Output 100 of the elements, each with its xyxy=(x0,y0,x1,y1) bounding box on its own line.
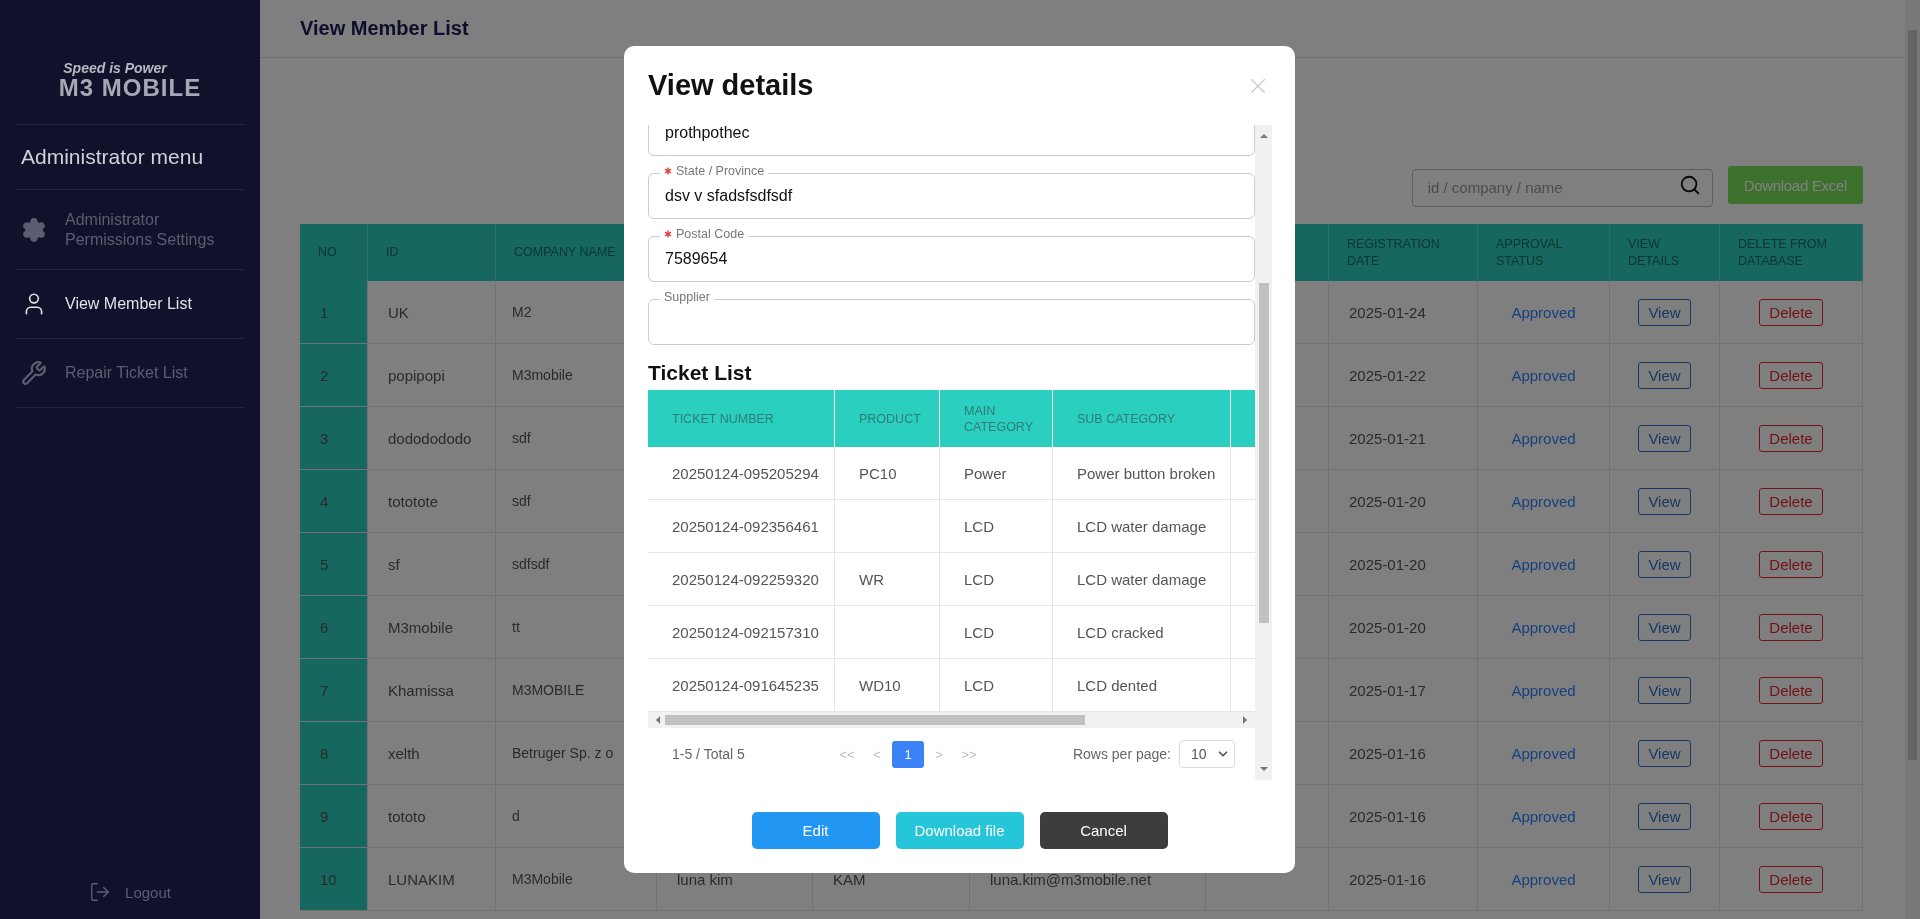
delete-button[interactable]: Delete xyxy=(1759,550,1823,578)
table-cell: dododododo xyxy=(368,407,496,470)
table-cell: sf xyxy=(368,533,496,596)
view-button[interactable]: View xyxy=(1638,298,1691,326)
table-cell: 2025-01-17 xyxy=(1329,659,1478,722)
field-label: Supplier xyxy=(660,290,714,304)
view-button[interactable]: View xyxy=(1638,487,1691,515)
view-button[interactable]: View xyxy=(1638,613,1691,641)
table-cell: 10 xyxy=(300,848,368,911)
view-button[interactable]: View xyxy=(1638,424,1691,452)
search-icon xyxy=(1678,174,1701,196)
sidebar-item[interactable]: Administrator Permissions Settings xyxy=(16,190,244,270)
delete-button[interactable]: Delete xyxy=(1759,487,1823,515)
column-header: SUB CATEGORY xyxy=(1053,390,1231,447)
table-cell: 4 xyxy=(300,470,368,533)
view-button[interactable]: View xyxy=(1638,361,1691,389)
delete-button[interactable]: Delete xyxy=(1759,298,1823,326)
table-cell: 2025-01-22 xyxy=(1329,344,1478,407)
table-cell: LCD xyxy=(940,553,1053,606)
table-cell: 2025-01-20 xyxy=(1329,596,1478,659)
approval-status: Approved xyxy=(1511,807,1576,825)
delete-button[interactable]: Delete xyxy=(1759,361,1823,389)
approval-status: Approved xyxy=(1511,555,1576,573)
table-cell: LCD cracked xyxy=(1053,606,1231,659)
sidebar-item[interactable]: View Member List xyxy=(16,270,244,339)
view-button[interactable]: View xyxy=(1638,676,1691,704)
approval-status: Approved xyxy=(1511,618,1576,636)
table-cell: 2025-01-16 xyxy=(1329,722,1478,785)
scrollbar-thumb[interactable] xyxy=(1258,282,1269,623)
wrench-icon xyxy=(21,360,47,386)
table-cell: 1 xyxy=(300,281,368,344)
table-cell: LCD water damage xyxy=(1053,553,1231,606)
cancel-button[interactable]: Cancel xyxy=(1039,812,1168,849)
table-cell: M3mobile xyxy=(368,596,496,659)
delete-button[interactable]: Delete xyxy=(1759,676,1823,704)
table-cell: WR xyxy=(835,553,940,606)
delete-button[interactable]: Delete xyxy=(1759,739,1823,767)
table-cell: 20250124-092356461 xyxy=(648,500,835,553)
logo-tagline: Speed is Power xyxy=(63,60,167,76)
table-cell: 2025-01-21 xyxy=(1329,407,1478,470)
edit-button[interactable]: Edit xyxy=(751,812,880,849)
table-cell: 7 xyxy=(300,659,368,722)
table-cell: xelth xyxy=(368,722,496,785)
gear-icon xyxy=(21,216,47,243)
logout-link[interactable]: Logout xyxy=(89,881,171,903)
delete-button[interactable]: Delete xyxy=(1759,613,1823,641)
last-page-button[interactable]: >> xyxy=(954,740,984,768)
table-cell: 20250124-095205294 xyxy=(648,447,835,500)
table-cell: LCD water damage xyxy=(1053,500,1231,553)
download-button[interactable]: Download file xyxy=(895,812,1024,849)
field-label: Postal Code xyxy=(660,227,749,241)
page-scrollbar[interactable] xyxy=(1905,0,1920,919)
view-button[interactable]: View xyxy=(1638,865,1691,893)
horizontal-scrollbar[interactable] xyxy=(648,712,1255,728)
input-field[interactable]: prothpothec xyxy=(648,125,1255,156)
table-cell: LUNAKIM xyxy=(368,848,496,911)
column-header: TICKET NUMBER xyxy=(648,390,835,447)
approval-status: Approved xyxy=(1511,303,1576,321)
table-cell: 20250124-092259320 xyxy=(648,553,835,606)
table-cell: LCD xyxy=(940,500,1053,553)
sidebar-item[interactable]: Repair Ticket List xyxy=(16,339,244,408)
approval-status: Approved xyxy=(1511,744,1576,762)
table-cell: Khamissa xyxy=(368,659,496,722)
view-button[interactable]: View xyxy=(1638,739,1691,767)
approval-status: Approved xyxy=(1511,870,1576,888)
table-cell: 20250124-092157310 xyxy=(648,606,835,659)
table-cell: 5 xyxy=(300,533,368,596)
table-cell: 2 xyxy=(300,344,368,407)
table-cell: tototote xyxy=(368,470,496,533)
table-cell: 2025-01-16 xyxy=(1329,848,1478,911)
table-cell: 8 xyxy=(300,722,368,785)
rows-per-page-label: Rows per page: xyxy=(1072,746,1171,762)
table-cell: Power button broken xyxy=(1053,447,1231,500)
delete-button[interactable]: Delete xyxy=(1759,865,1823,893)
download-excel-button[interactable]: Download Excel xyxy=(1727,166,1863,204)
first-page-button[interactable]: << xyxy=(832,740,862,768)
approval-status: Approved xyxy=(1511,681,1576,699)
scrollbar-thumb[interactable] xyxy=(665,715,1085,725)
table-cell: popipopi xyxy=(368,344,496,407)
rows-per-page-select[interactable]: 10 xyxy=(1179,740,1235,768)
delete-button[interactable]: Delete xyxy=(1759,424,1823,452)
table-cell: 2025-01-24 xyxy=(1329,281,1478,344)
pagination-summary: 1-5 / Total 5 xyxy=(672,746,746,762)
modal-title: View details xyxy=(648,69,814,102)
next-page-button[interactable]: > xyxy=(924,740,954,768)
delete-button[interactable]: Delete xyxy=(1759,802,1823,830)
approval-status: Approved xyxy=(1511,492,1576,510)
table-cell: 2025-01-20 xyxy=(1329,533,1478,596)
required-icon xyxy=(664,230,672,238)
menu-title: Administrator menu xyxy=(16,125,244,190)
table-cell: LCD xyxy=(940,606,1053,659)
previous-page-button[interactable]: < xyxy=(862,740,892,768)
page-button[interactable]: 1 xyxy=(892,740,924,768)
field-label: State / Province xyxy=(660,164,769,178)
column-header: PRODUCT xyxy=(835,390,940,447)
logout-icon xyxy=(89,881,112,903)
view-button[interactable]: View xyxy=(1638,802,1691,830)
vertical-scrollbar[interactable] xyxy=(1255,125,1272,780)
view-button[interactable]: View xyxy=(1638,550,1691,578)
column-header: MAIN CATEGORY xyxy=(940,390,1053,447)
